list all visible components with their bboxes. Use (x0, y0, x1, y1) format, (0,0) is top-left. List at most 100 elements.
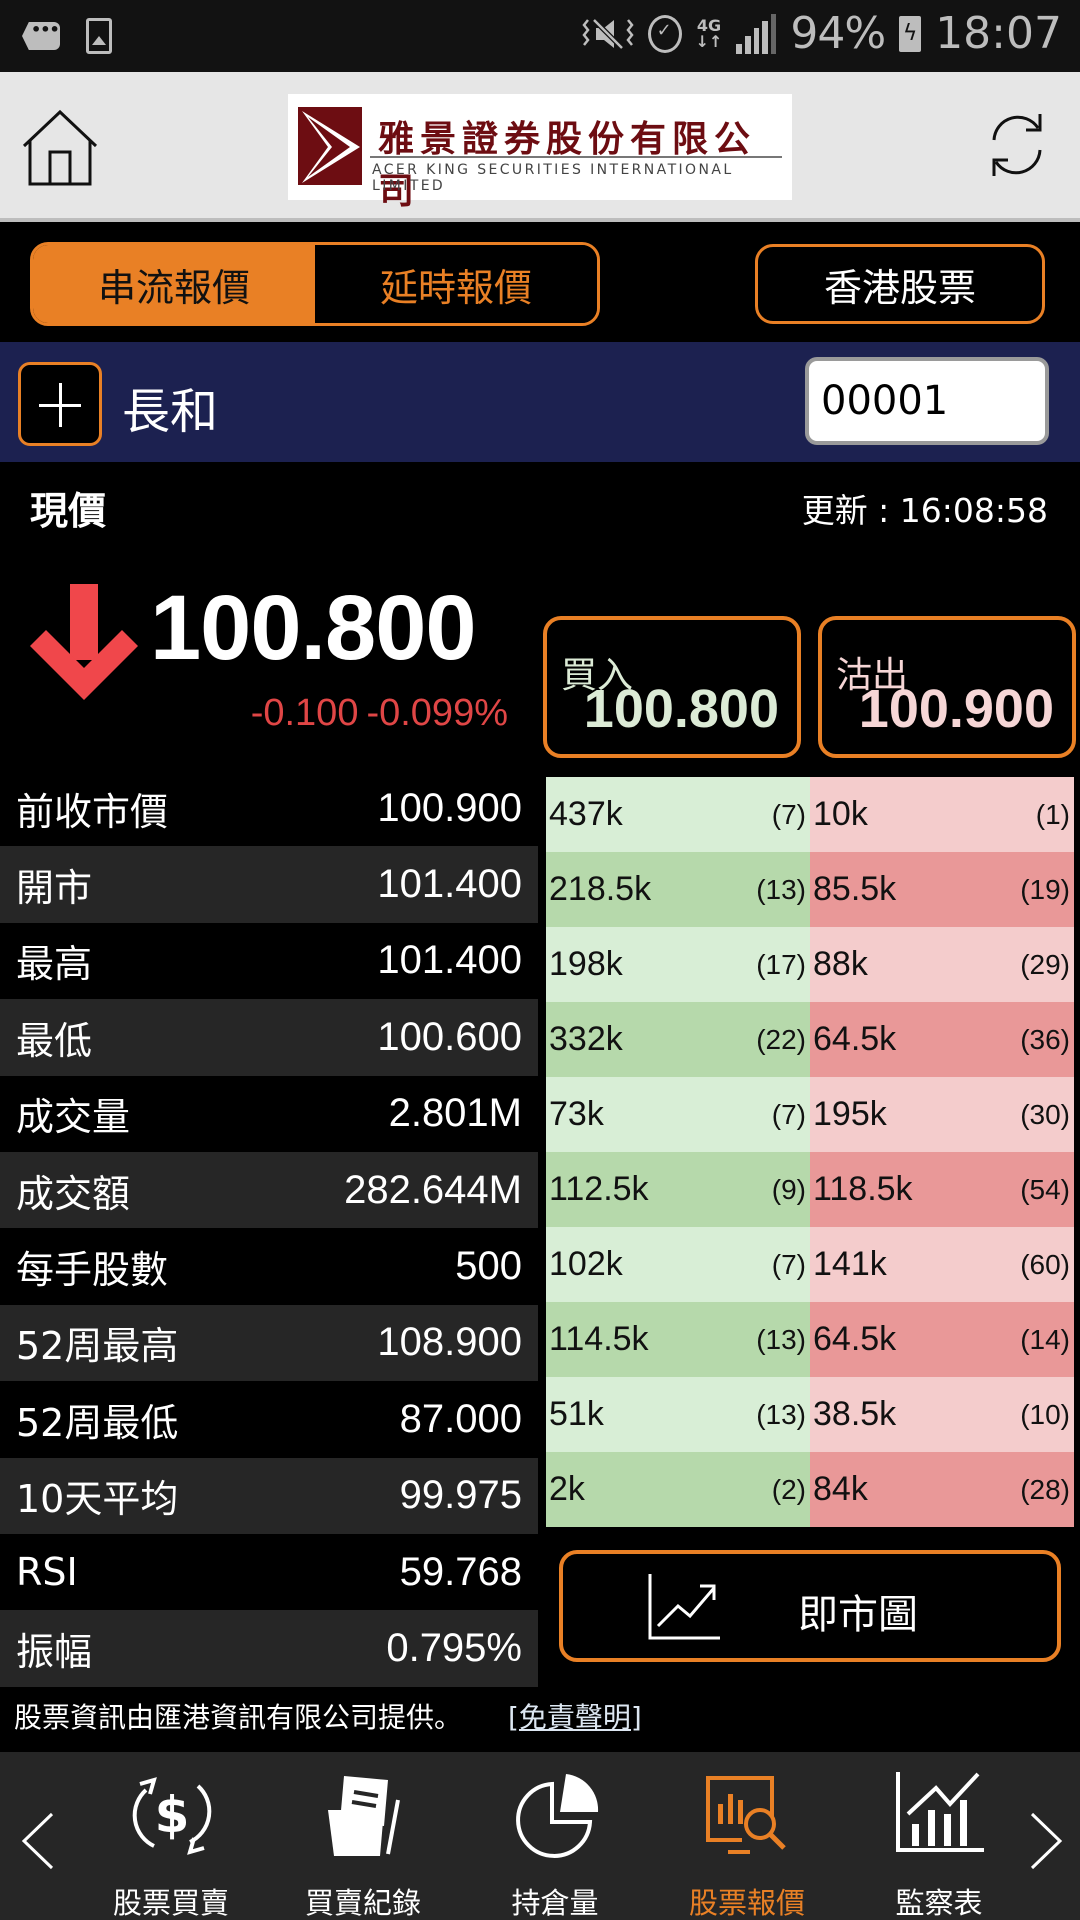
tab-delayed-quote[interactable]: 延時報價 (315, 245, 597, 323)
message-icon (22, 22, 60, 50)
ask-order-count: (36) (1020, 1023, 1070, 1055)
bid-order-count: (7) (771, 1248, 806, 1280)
disclaimer-link[interactable]: [免責聲明] (508, 1696, 642, 1736)
current-price: 100.800 (150, 577, 477, 679)
bid-volume: 112.5k (549, 1170, 649, 1208)
ask-level: 84k (28) (810, 1452, 1074, 1527)
ask-price-box[interactable]: 沽出 100.900 (818, 616, 1076, 758)
line-chart-icon (648, 1574, 720, 1640)
add-to-watchlist-button[interactable] (18, 362, 102, 446)
ask-volume: 64.5k (813, 1020, 897, 1058)
order-book-row: 437k (7) 10k (1) (546, 777, 1074, 852)
bid-order-count: (7) (771, 798, 806, 830)
battery-percent: 94% (790, 8, 886, 59)
stock-bar: 長和 (0, 342, 1080, 462)
nav-label: 監察表 (895, 1886, 983, 1920)
bid-level: 102k (7) (546, 1227, 810, 1302)
network-4g-icon: 4G ↓↑ (695, 15, 723, 51)
ask-level: 141k (60) (810, 1227, 1074, 1302)
network-type: 4G (696, 15, 722, 35)
stat-row: 前收市價 100.900 (0, 770, 538, 847)
ask-order-count: (54) (1020, 1173, 1070, 1205)
intraday-chart-label: 即市圖 (798, 1592, 918, 1638)
stat-row: 開市 101.400 (0, 846, 538, 923)
svg-text:$: $ (155, 1786, 190, 1844)
ask-level: 88k (29) (810, 927, 1074, 1002)
ask-volume: 84k (813, 1470, 868, 1508)
ask-level: 85.5k (19) (810, 852, 1074, 927)
order-book-row: 73k (7) 195k (30) (546, 1077, 1074, 1152)
nav-item-trade-records[interactable]: 買賣紀錄 (278, 1770, 448, 1920)
ask-volume: 10k (813, 795, 868, 833)
stat-label: 每手股數 (16, 1248, 169, 1293)
bid-order-count: (13) (756, 873, 806, 905)
home-icon[interactable] (20, 108, 100, 188)
refresh-icon[interactable] (982, 110, 1052, 180)
stat-value: 2.801M (388, 1091, 522, 1136)
stat-value: 100.900 (377, 785, 522, 830)
stat-label: 成交量 (16, 1095, 131, 1140)
nav-label: 買賣紀錄 (304, 1886, 421, 1920)
stat-row: 52周最低 87.000 (0, 1381, 538, 1458)
current-price-label: 現價 (30, 489, 107, 533)
folder-document-icon (328, 1776, 400, 1856)
stat-value: 87.000 (399, 1396, 522, 1441)
ask-level: 64.5k (36) (810, 1002, 1074, 1077)
quote-mode-bar: 串流報價 延時報價 香港股票 (0, 222, 1080, 342)
nav-label: 持倉量 (511, 1886, 599, 1920)
data-source-note: 股票資訊由匯港資訊有限公司提供。 (14, 1701, 463, 1734)
stat-row: 最低 100.600 (0, 999, 538, 1076)
stat-value: 101.400 (377, 938, 522, 983)
bid-volume: 198k (549, 945, 623, 983)
order-book-row: 218.5k (13) 85.5k (19) (546, 852, 1074, 927)
ask-volume: 38.5k (813, 1395, 897, 1433)
bid-order-count: (13) (756, 1398, 806, 1430)
ask-volume: 88k (813, 945, 868, 983)
bid-volume: 218.5k (549, 870, 652, 908)
stock-code-input[interactable] (805, 357, 1049, 445)
stat-row: 振幅 0.795% (0, 1610, 538, 1687)
stat-label: 前收市價 (16, 789, 169, 834)
nav-prev-arrow-icon[interactable] (18, 1810, 58, 1872)
ask-order-count: (10) (1020, 1398, 1070, 1430)
stat-value: 0.795% (386, 1625, 522, 1670)
bid-order-count: (9) (771, 1173, 806, 1205)
market-select-button[interactable]: 香港股票 (755, 244, 1045, 324)
order-book-row: 114.5k (13) 64.5k (14) (546, 1302, 1074, 1377)
ask-order-count: (28) (1020, 1473, 1070, 1505)
bid-price-box[interactable]: 買入 100.800 (543, 616, 801, 758)
ask-order-count: (60) (1020, 1248, 1070, 1280)
stat-row: 最高 101.400 (0, 922, 538, 1000)
bid-order-count: (13) (756, 1323, 806, 1355)
bid-order-count: (17) (756, 948, 806, 980)
bid-volume: 114.5k (549, 1320, 649, 1358)
ask-level: 118.5k (54) (810, 1152, 1074, 1227)
bid-price: 100.800 (583, 679, 779, 739)
stat-value: 101.400 (377, 862, 522, 907)
tab-streaming-quote[interactable]: 串流報價 (33, 245, 315, 323)
price-down-arrow-icon (30, 584, 138, 700)
nav-item-monitor[interactable]: 監察表 (854, 1770, 1024, 1920)
order-book-row: 2k (2) 84k (28) (546, 1452, 1074, 1527)
stat-value: 108.900 (377, 1320, 522, 1365)
battery-charging-icon: ϟ (899, 15, 922, 52)
nav-next-arrow-icon[interactable] (1026, 1810, 1066, 1872)
ask-order-count: (14) (1020, 1323, 1070, 1355)
price-change: -0.100 -0.099% (243, 692, 508, 735)
order-book-row: 102k (7) 141k (60) (546, 1227, 1074, 1302)
intraday-chart-button[interactable]: 即市圖 (559, 1550, 1061, 1662)
stat-value: 59.768 (399, 1549, 522, 1594)
nav-item-stock-quote[interactable]: 股票報價 (662, 1770, 832, 1920)
nav-item-holdings[interactable]: 持倉量 (470, 1770, 640, 1920)
pie-chart-icon (516, 1774, 599, 1858)
ask-order-count: (1) (1035, 798, 1070, 830)
stat-row: RSI 59.768 (0, 1533, 538, 1611)
stat-value: 500 (455, 1244, 522, 1289)
ask-order-count: (30) (1020, 1098, 1070, 1130)
status-bar: 4G↓↑ 94% ϟ 18:07 (0, 0, 1080, 72)
update-time: 更新 : 16:08:58 (801, 491, 1048, 530)
nav-item-stock-trading[interactable]: $ 股票買賣 (86, 1770, 256, 1920)
bid-level: 114.5k (13) (546, 1302, 810, 1377)
company-logo: 雅景證券股份有限公司 ACER KING SECURITIES INTERNAT… (288, 94, 792, 212)
clock: 18:07 (935, 8, 1062, 59)
